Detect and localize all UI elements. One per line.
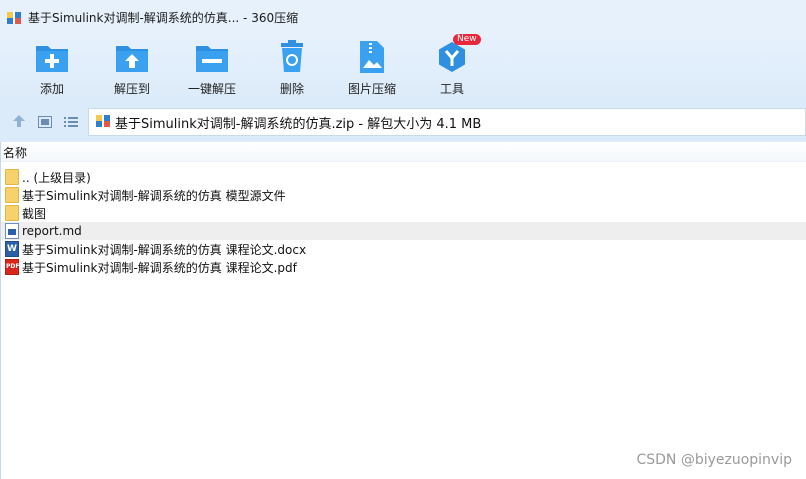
list-item-file[interactable]: W 基于Simulink对调制-解调系统的仿真 课程论文.docx [1,240,806,258]
add-label: 添加 [39,82,64,96]
one-click-extract-icon [192,38,232,76]
extract-to-button[interactable]: 解压到 [92,38,172,98]
watermark: CSDN @biyezuopinvip [636,452,792,468]
folder-icon [5,169,19,185]
extract-to-label: 解压到 [113,82,150,96]
tools-button[interactable]: New 工具 [412,34,492,98]
image-compress-label: 图片压缩 [347,82,396,96]
path-text: 基于Simulink对调制-解调系统的仿真.zip - 解包大小为 4.1 MB [115,116,482,132]
markdown-file-icon [5,223,19,239]
file-name: 截图 [22,206,47,221]
delete-label: 删除 [279,82,304,96]
delete-button[interactable]: 删除 [252,38,332,98]
list-view-button[interactable] [58,109,84,135]
pdf-file-icon: PDF [5,259,19,275]
file-name: 基于Simulink对调制-解调系统的仿真 课程论文.pdf [22,260,297,275]
word-document-icon: W [5,241,19,257]
file-list: 名称 .. (上级目录) 基于Simulink对调制-解调系统的仿真 模型源文件… [0,142,806,479]
title-bar: 基于Simulink对调制-解调系统的仿真... - 360压缩 [0,0,806,34]
one-click-extract-label: 一键解压 [187,82,236,96]
delete-icon [272,38,312,76]
tools-icon: New [432,34,481,76]
path-bar[interactable]: 基于Simulink对调制-解调系统的仿真.zip - 解包大小为 4.1 MB [88,108,806,136]
folder-icon [5,187,19,203]
zip-app-icon [6,9,22,25]
up-level-button[interactable] [6,109,32,135]
list-item-folder[interactable]: 基于Simulink对调制-解调系统的仿真 模型源文件 [1,186,806,204]
toolbar: 添加 解压到 一键解压 删除 图片压缩 New 工具 [0,34,806,102]
tools-label: 工具 [439,82,464,96]
window-title: 基于Simulink对调制-解调系统的仿真... - 360压缩 [28,10,299,25]
one-click-extract-button[interactable]: 一键解压 [172,38,252,98]
file-name: 基于Simulink对调制-解调系统的仿真 模型源文件 [22,188,286,203]
zip-file-icon [95,112,111,132]
list-view-icon [64,113,78,132]
file-name: report.md [22,224,82,238]
folder-icon [5,205,19,221]
thumbnail-view-button[interactable] [32,109,58,135]
file-name: .. (上级目录) [22,170,91,185]
file-name: 基于Simulink对调制-解调系统的仿真 课程论文.docx [22,242,307,257]
arrow-up-icon [12,113,26,132]
navigation-bar: 基于Simulink对调制-解调系统的仿真.zip - 解包大小为 4.1 MB [0,102,806,142]
add-button[interactable]: 添加 [12,38,92,98]
list-item-file[interactable]: report.md [1,222,806,240]
image-compress-icon [352,38,392,76]
add-icon [32,38,72,76]
list-item-parent-directory[interactable]: .. (上级目录) [1,168,806,186]
list-item-folder[interactable]: 截图 [1,204,806,222]
list-item-file[interactable]: PDF 基于Simulink对调制-解调系统的仿真 课程论文.pdf [1,258,806,276]
image-compress-button[interactable]: 图片压缩 [332,38,412,98]
thumbnail-view-icon [38,113,52,132]
new-badge: New [453,34,481,45]
column-header-name[interactable]: 名称 [1,142,806,162]
extract-to-icon [112,38,152,76]
